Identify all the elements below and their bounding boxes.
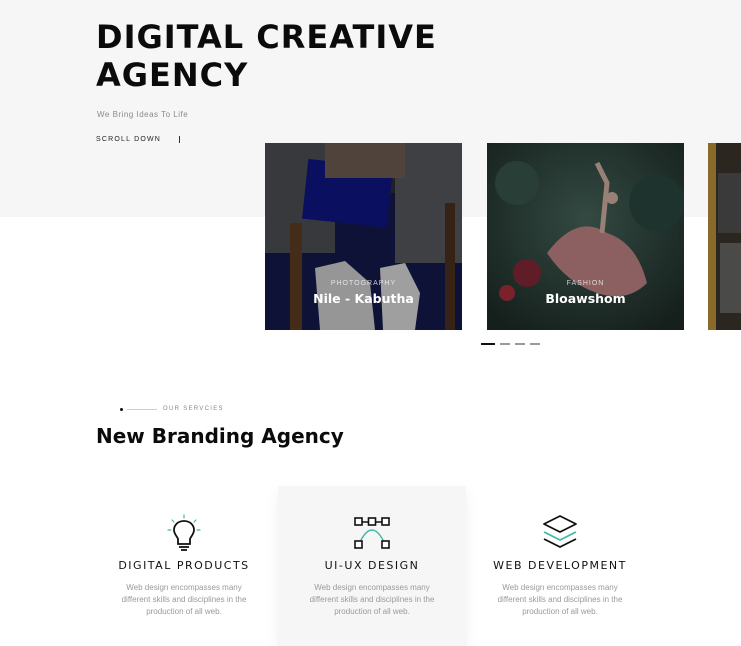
service-title: UI-UX DESIGN [324, 559, 420, 572]
slider-dot-2[interactable] [500, 343, 510, 345]
card-category: FASHION [566, 280, 605, 287]
slider-dot-3[interactable] [515, 343, 525, 345]
vector-bezier-icon [354, 517, 390, 549]
card-title: Bloawshom [545, 291, 626, 306]
service-card-web-development[interactable]: WEB DEVELOPMENT Web design encompasses m… [466, 486, 654, 646]
service-description: Web design encompasses many different sk… [309, 583, 435, 616]
scroll-down-link[interactable]: SCROLL DOWN [96, 136, 181, 143]
label-dot-icon [120, 407, 123, 411]
portfolio-card-photography[interactable]: PHOTOGRAPHY Nile - Kabutha [265, 143, 462, 330]
services-list: DIGITAL PRODUCTS Web design encompasses … [90, 486, 740, 646]
portfolio-card-partial[interactable] [708, 143, 741, 330]
portfolio-image-partial [708, 143, 741, 330]
service-card-ui-ux-design[interactable]: UI-UX DESIGN Web design encompasses many… [278, 486, 466, 646]
lightbulb-icon [167, 514, 201, 551]
section-label-text: OUR SERVCIES [163, 406, 224, 412]
scroll-down-label: SCROLL DOWN [96, 136, 162, 143]
portfolio-card-fashion[interactable]: FASHION Bloawshom [487, 143, 684, 330]
slider-dot-4[interactable] [530, 343, 540, 345]
slider-pagination [481, 343, 540, 345]
service-description: Web design encompasses many different sk… [497, 583, 623, 616]
service-description: Web design encompasses many different sk… [121, 583, 247, 616]
scroll-indicator-icon [179, 136, 181, 143]
hero-title: DIGITAL CREATIVE AGENCY [96, 18, 516, 94]
card-category: PHOTOGRAPHY [330, 280, 397, 287]
service-card-digital-products[interactable]: DIGITAL PRODUCTS Web design encompasses … [90, 486, 278, 646]
slider-dot-1[interactable] [481, 343, 495, 345]
hero-title-line-2: AGENCY [96, 56, 249, 94]
hero-subtitle: We Bring Ideas To Life [97, 110, 189, 119]
layers-icon [543, 515, 577, 548]
section-label: OUR SERVCIES [120, 406, 224, 412]
card-title: Nile - Kabutha [313, 291, 414, 306]
hero-title-line-1: DIGITAL CREATIVE [96, 18, 437, 56]
service-title: DIGITAL PRODUCTS [118, 559, 250, 572]
label-line [127, 408, 157, 410]
section-title: New Branding Agency [96, 424, 344, 448]
service-title: WEB DEVELOPMENT [493, 559, 627, 572]
